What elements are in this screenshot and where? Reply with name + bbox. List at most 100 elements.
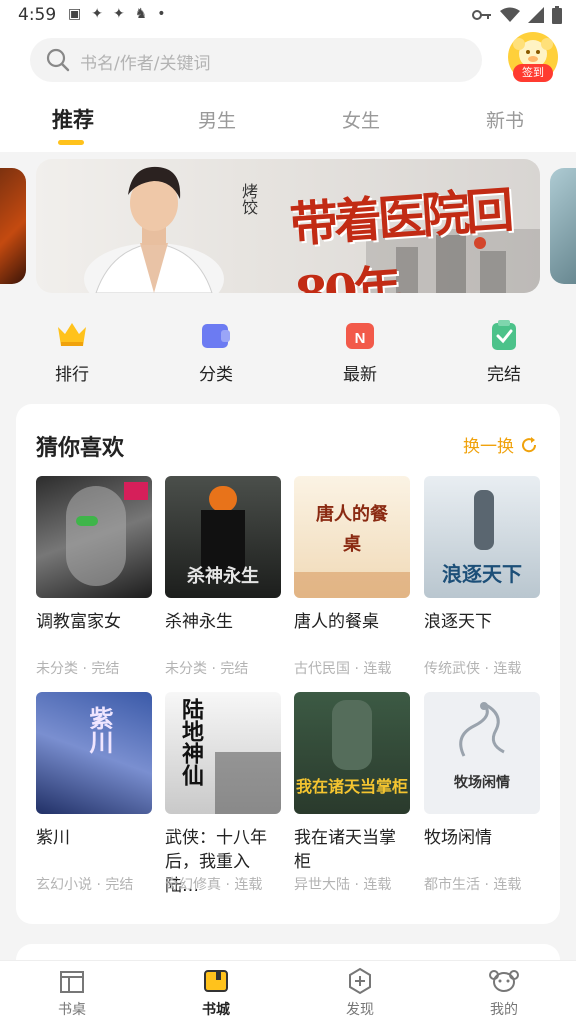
book-meta: 都市生活 · 连载: [424, 877, 522, 893]
book-title: 牧场闲情: [424, 828, 492, 848]
quick-link-label: 分类: [199, 365, 233, 385]
refresh-button[interactable]: 换一换: [463, 432, 538, 457]
book-meta: 古代民国 · 连载: [294, 661, 392, 677]
app-notification-icon: ✦: [91, 6, 103, 22]
sign-in-badge: 签到: [513, 64, 553, 82]
book-cover: 浪逐天下: [424, 476, 540, 598]
book-title: 调教富家女: [36, 612, 121, 632]
recommend-title: 猜你喜欢: [36, 436, 125, 461]
nav-label: 我的: [490, 1002, 518, 1018]
search-icon: [46, 48, 70, 72]
notification-icons: ▣ ✦ ✦ ♞ •: [68, 6, 166, 22]
book-cover-text: 唐人的餐桌: [316, 504, 388, 555]
svg-text:N: N: [355, 330, 366, 347]
quick-link-label: 完结: [487, 365, 521, 385]
nav-label: 书桌: [58, 1002, 86, 1018]
bottom-navigation: 书桌 书城 发现 我的: [0, 960, 576, 1025]
quick-link-finished[interactable]: 完结: [464, 318, 544, 385]
banner-prev-slide[interactable]: [0, 168, 26, 284]
bookstore-icon: [204, 970, 228, 992]
book-cover-text: 陆地神仙: [178, 698, 204, 786]
book-item[interactable]: 我在诸天当掌柜 我在诸天当掌柜 异世大陆 · 连载: [294, 692, 410, 893]
tab-recommend[interactable]: 推荐: [52, 104, 94, 134]
category-icon: [202, 324, 230, 348]
banner-slide[interactable]: 烤饺 带着医院回80年: [36, 159, 540, 293]
book-cover: 我在诸天当掌柜: [294, 692, 410, 814]
nav-label: 发现: [346, 1002, 374, 1018]
crown-icon: [58, 323, 86, 346]
book-cover: 牧场闲情: [424, 692, 540, 814]
nav-label: 书城: [202, 1002, 230, 1018]
category-tabs: 推荐 男生 女生 新书: [0, 102, 576, 145]
book-cover-text: 紫川: [85, 706, 114, 754]
active-tab-indicator: [58, 140, 84, 145]
signal-icon: [528, 7, 544, 23]
refresh-icon: [522, 436, 537, 452]
book-item[interactable]: 紫川 紫川 玄幻小说 · 完结: [36, 692, 152, 893]
book-cover: 紫川: [36, 692, 152, 814]
book-item[interactable]: 陆地神仙 武侠：十八年后，我重入陆… 奇幻修真 · 连载: [165, 692, 281, 898]
book-title: 我在诸天当掌柜: [294, 828, 396, 872]
book-item[interactable]: 牧场闲情 牧场闲情 都市生活 · 连载: [424, 692, 540, 893]
dot-icon: •: [157, 6, 166, 22]
book-item[interactable]: 杀神永生 杀神永生 未分类 · 完结: [165, 476, 281, 677]
book-cover-text: 我在诸天当掌柜: [295, 777, 408, 796]
book-item[interactable]: 唐人的餐桌 唐人的餐桌 古代民国 · 连载: [294, 476, 410, 677]
book-title: 浪逐天下: [424, 612, 492, 632]
quick-links: 排行 分类 N 最新 完结: [0, 302, 576, 396]
search-placeholder: 书名/作者/关键词: [80, 54, 211, 74]
finished-icon: [492, 320, 516, 350]
banner-author: 烤饺: [239, 183, 258, 215]
banner-title: 带着医院回80年: [288, 182, 512, 293]
book-cover-text: 牧场闲情: [454, 775, 510, 791]
book-cover: 杀神永生: [165, 476, 281, 598]
tab-new-books[interactable]: 新书: [486, 106, 524, 133]
book-cover: 陆地神仙: [165, 692, 281, 814]
search-bar[interactable]: 书名/作者/关键词: [30, 38, 482, 82]
mine-icon: [489, 970, 519, 992]
sign-in-avatar[interactable]: 签到: [508, 32, 558, 82]
tab-male[interactable]: 男生: [198, 106, 236, 133]
status-time: 4:59: [18, 5, 57, 25]
image-icon: ▣: [68, 6, 82, 22]
wifi-icon: [500, 7, 520, 22]
book-title: 杀神永生: [165, 612, 233, 632]
book-meta: 未分类 · 完结: [165, 661, 249, 677]
nav-discover[interactable]: 发现: [320, 967, 400, 1019]
book-item[interactable]: 调教富家女 未分类 · 完结: [36, 476, 152, 677]
nav-mine[interactable]: 我的: [464, 967, 544, 1019]
book-item[interactable]: 浪逐天下 浪逐天下 传统武侠 · 连载: [424, 476, 540, 677]
book-meta: 传统武侠 · 连载: [424, 661, 522, 677]
dragon-icon: [459, 702, 505, 757]
nav-bookstore[interactable]: 书城: [176, 967, 256, 1019]
quick-link-label: 排行: [55, 365, 89, 385]
recommend-card: 猜你喜欢 换一换 调教富家女 未分类 · 完结 杀神永生 杀神永生 未分类 · …: [16, 404, 560, 924]
book-meta: 未分类 · 完结: [36, 661, 120, 677]
battery-icon: [552, 6, 562, 24]
book-meta: 奇幻修真 · 连载: [165, 877, 263, 893]
cat-icon: ♞: [134, 6, 148, 22]
banner-next-slide[interactable]: [550, 168, 576, 284]
system-icons: [472, 6, 562, 24]
quick-link-category[interactable]: 分类: [176, 318, 256, 385]
book-cover: 唐人的餐桌: [294, 476, 410, 598]
new-icon: N: [346, 323, 374, 349]
app-notification-icon-2: ✦: [112, 6, 125, 22]
quick-link-ranking[interactable]: 排行: [32, 318, 112, 385]
book-meta: 异世大陆 · 连载: [294, 877, 392, 893]
quick-link-latest[interactable]: N 最新: [320, 318, 400, 385]
banner-carousel: 烤饺 带着医院回80年: [0, 152, 576, 302]
refresh-label: 换一换: [463, 437, 514, 457]
key-icon: [472, 10, 491, 20]
header: 书名/作者/关键词 签到 推荐 男生 女生 新书: [0, 32, 576, 152]
quick-link-label: 最新: [343, 365, 377, 385]
book-title: 紫川: [36, 828, 70, 848]
book-cover-text: 浪逐天下: [442, 562, 522, 586]
tab-female[interactable]: 女生: [342, 106, 380, 133]
book-meta: 玄幻小说 · 完结: [36, 877, 134, 893]
status-bar: 4:59 ▣ ✦ ✦ ♞ •: [0, 0, 576, 32]
discover-icon: [349, 967, 371, 995]
bookshelf-icon: [60, 971, 84, 993]
nav-bookshelf[interactable]: 书桌: [32, 967, 112, 1019]
book-cover-text: 杀神永生: [187, 566, 259, 587]
